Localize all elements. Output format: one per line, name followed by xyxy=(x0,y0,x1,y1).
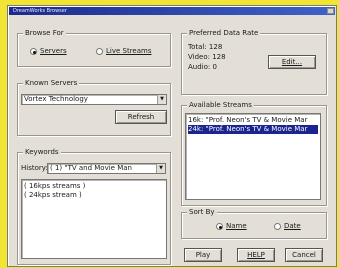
history-value: ( 1) "TV and Movie Man xyxy=(50,164,132,172)
total-rate: Total: 128 xyxy=(188,43,223,51)
servers-radio-label[interactable]: Servers xyxy=(40,47,67,56)
history-select[interactable]: ( 1) "TV and Movie Man ▼ xyxy=(47,163,166,174)
close-icon[interactable] xyxy=(327,8,334,14)
help-button-label: HELP xyxy=(247,251,265,259)
help-button[interactable]: HELP xyxy=(237,248,275,262)
known-servers-group: Known Servers Vortex Technology ▼ Refres… xyxy=(17,79,171,136)
live-streams-radio[interactable] xyxy=(96,48,103,55)
preferred-data-rate-legend: Preferred Data Rate xyxy=(187,29,261,38)
browse-for-group: Browse For Servers Live Streams xyxy=(17,29,171,67)
edit-button[interactable]: Edit... xyxy=(268,55,316,69)
preferred-data-rate-group: Preferred Data Rate Total: 128 Video: 12… xyxy=(181,29,327,95)
browse-for-legend: Browse For xyxy=(23,29,66,38)
sort-date-label[interactable]: Date xyxy=(284,222,301,231)
stream-list-item-selected[interactable]: 24k: "Prof. Neon's TV & Movie Mar xyxy=(188,125,318,134)
sort-name-radio[interactable] xyxy=(216,223,223,230)
known-servers-select[interactable]: Vortex Technology ▼ xyxy=(21,94,167,105)
audio-rate: Audio: 0 xyxy=(188,63,217,71)
available-streams-legend: Available Streams xyxy=(187,101,254,110)
keywords-group: Keywords History: ( 1) "TV and Movie Man… xyxy=(17,148,171,265)
known-servers-legend: Known Servers xyxy=(23,79,80,88)
chevron-down-icon[interactable]: ▼ xyxy=(157,95,166,104)
title-bar[interactable]: DreamWorks Browser xyxy=(9,7,335,15)
keywords-legend: Keywords xyxy=(23,148,61,157)
cancel-button[interactable]: Cancel xyxy=(285,248,323,262)
available-streams-list[interactable]: 16k: "Prof. Neon's TV & Movie Mar 24k: "… xyxy=(185,113,321,200)
history-label: History: xyxy=(21,164,48,172)
chevron-down-icon[interactable]: ▼ xyxy=(156,164,165,173)
refresh-button[interactable]: Refresh xyxy=(115,110,167,124)
browser-dialog: DreamWorks Browser Browse For Servers Li… xyxy=(7,5,337,267)
list-item[interactable]: ( 24kps stream ) xyxy=(24,191,164,200)
live-streams-radio-label[interactable]: Live Streams xyxy=(106,47,152,56)
available-streams-group: Available Streams 16k: "Prof. Neon's TV … xyxy=(181,101,327,206)
stream-list-item[interactable]: 16k: "Prof. Neon's TV & Movie Mar xyxy=(188,116,318,125)
known-servers-value: Vortex Technology xyxy=(24,95,88,103)
edit-button-label: Edit... xyxy=(281,58,303,66)
play-button[interactable]: Play xyxy=(184,248,222,262)
servers-radio[interactable] xyxy=(30,48,37,55)
sort-by-group: Sort By Name Date xyxy=(181,208,327,239)
sort-by-legend: Sort By xyxy=(187,208,217,217)
sort-name-label[interactable]: Name xyxy=(226,222,247,231)
keywords-list[interactable]: ( 16kps streams ) ( 24kps stream ) xyxy=(21,179,167,259)
list-item[interactable]: ( 16kps streams ) xyxy=(24,182,164,191)
sort-date-radio[interactable] xyxy=(274,223,281,230)
window-title: DreamWorks Browser xyxy=(13,8,67,14)
video-rate: Video: 128 xyxy=(188,53,226,61)
